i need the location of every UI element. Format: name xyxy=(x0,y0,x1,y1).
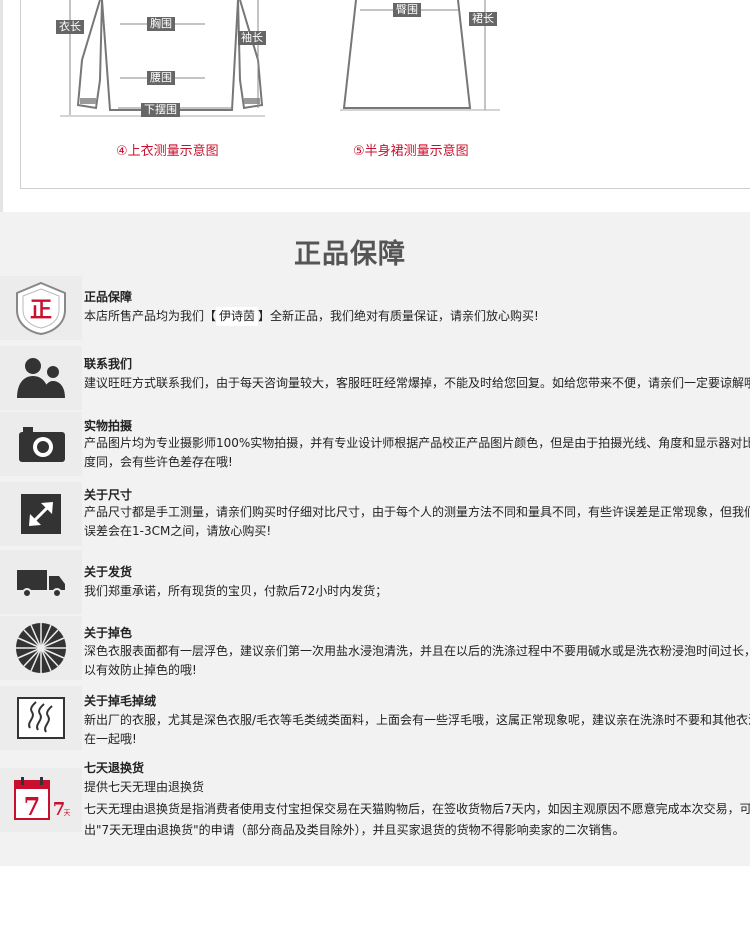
item-title: 实物拍摄 xyxy=(84,419,133,433)
item-text: 深色衣服表面都有一层浮色，建议亲们第一次用盐水浸泡清洗，并且在以后的洗涤过程中不… xyxy=(84,644,750,677)
guarantee-item-return: 7 7 天 七天退换货 提供七天无理由退换货 七天无理由退换货是指消费者使用支付… xyxy=(0,754,750,854)
guarantee-item-lint: 关于掉毛掉绒 新出厂的衣服，尤其是深色衣服/毛衣等毛类绒类面料，上面会有一些浮毛… xyxy=(0,686,750,754)
guarantee-item-authentic: 正 正品保障 本店所售产品均为我们【 伊诗茵 】全新正品，我们绝对有质量保证，请亲们… xyxy=(0,276,750,346)
guarantee-section: 正品保障 正 正品保障 本店所售产品均为我们【 伊诗茵 】全新正品，我们绝对有质量保… xyxy=(0,212,750,866)
resize-arrow-icon xyxy=(0,482,82,546)
guarantee-item-fading: 关于掉色 深色衣服表面都有一层浮色，建议亲们第一次用盐水浸泡清洗，并且在以后的洗… xyxy=(0,616,750,686)
svg-text:7: 7 xyxy=(24,792,41,821)
shirt-sleeve-label: 袖长 xyxy=(238,31,266,45)
item-title: 关于尺寸 xyxy=(84,488,133,502)
guarantee-heading: 正品保障 xyxy=(294,239,406,270)
item-text: 我们郑重承诺，所有现货的宝贝，付款后72小时内发货； xyxy=(84,584,388,598)
shirt-length-label: 衣长 xyxy=(56,20,84,34)
lint-wave-icon xyxy=(0,686,82,750)
shirt-chest-label: 胸围 xyxy=(147,17,175,31)
item-title: 关于掉色 xyxy=(84,626,133,640)
item-text-before: 本店所售产品均为我们【 xyxy=(84,309,217,323)
item-subtitle: 提供七天无理由退换货 xyxy=(84,780,205,794)
garment-drawings xyxy=(60,0,500,117)
measurement-diagram-section: 衣长 胸围 袖长 腰围 下摆围 臀围 裙长 ④上衣测量示意图 ⑤半身裙测量示意图 xyxy=(0,0,750,212)
item-text: 产品尺寸都是手工测量，请亲们购买时仔细对比尺寸，由于每个人的测量方法不同和量具不… xyxy=(84,505,750,538)
seven-day-calendar-icon: 7 7 天 xyxy=(0,768,82,832)
bottom-whitespace xyxy=(0,866,750,934)
camera-icon xyxy=(0,412,82,476)
guarantee-item-contact: 联系我们 建议旺旺方式联系我们，由于每天咨询量较大，客服旺旺经常爆掉，不能及时给… xyxy=(0,346,750,416)
guarantee-item-photo: 实物拍摄 产品图片均为专业摄影师100%实物拍摄，并有专业设计师根据产品校正产品… xyxy=(0,412,750,482)
shirt-measure-caption: ④上衣测量示意图 xyxy=(116,144,219,159)
skirt-measure-caption: ⑤半身裙测量示意图 xyxy=(353,144,469,159)
item-text: 本店所售产品均为我们【 伊诗茵 】全新正品，我们绝对有质量保证，请亲们放心购买! xyxy=(84,307,750,326)
svg-text:天: 天 xyxy=(64,809,71,817)
item-title: 关于掉毛掉绒 xyxy=(84,694,157,708)
guarantee-item-size: 关于尺寸 产品尺寸都是手工测量，请亲们购买时仔细对比尺寸，由于每个人的测量方法不… xyxy=(0,482,750,552)
item-title: 联系我们 xyxy=(84,357,133,371)
item-text: 产品图片均为专业摄影师100%实物拍摄，并有专业设计师根据产品校正产品图片颜色，… xyxy=(84,436,750,469)
left-cuff xyxy=(80,98,96,104)
item-text: 七天无理由退换货是指消费者使用支付宝担保交易在天猫购物后，在签收货物后7天内，如… xyxy=(84,802,750,837)
item-title: 正品保障 xyxy=(84,290,133,304)
item-text: 建议旺旺方式联系我们，由于每天咨询量较大，客服旺旺经常爆掉，不能及时给您回复。如… xyxy=(84,376,750,390)
item-text-after: 】全新正品，我们绝对有质量保证，请亲们放心购买! xyxy=(258,309,539,323)
skirt-length-label: 裙长 xyxy=(469,12,497,26)
shirt-waist-label: 腰围 xyxy=(147,71,175,85)
contact-people-icon xyxy=(0,346,82,410)
shirt-hem-label: 下摆围 xyxy=(141,103,180,117)
item-text: 新出厂的衣服，尤其是深色衣服/毛衣等毛类绒类面料，上面会有一些浮毛哦，这属正常现… xyxy=(84,713,750,746)
brand-name: 伊诗茵 xyxy=(216,307,259,326)
guarantee-item-shipping: 关于发货 我们郑重承诺，所有现货的宝贝，付款后72小时内发货； xyxy=(0,550,750,616)
skirt-hip-label: 臀围 xyxy=(393,3,421,17)
color-burst-icon xyxy=(0,616,82,680)
delivery-truck-icon xyxy=(0,550,82,614)
svg-text:正: 正 xyxy=(30,298,52,323)
item-title: 七天退换货 xyxy=(84,761,145,775)
authentic-badge-icon: 正 xyxy=(0,276,82,340)
item-title: 关于发货 xyxy=(84,565,133,579)
